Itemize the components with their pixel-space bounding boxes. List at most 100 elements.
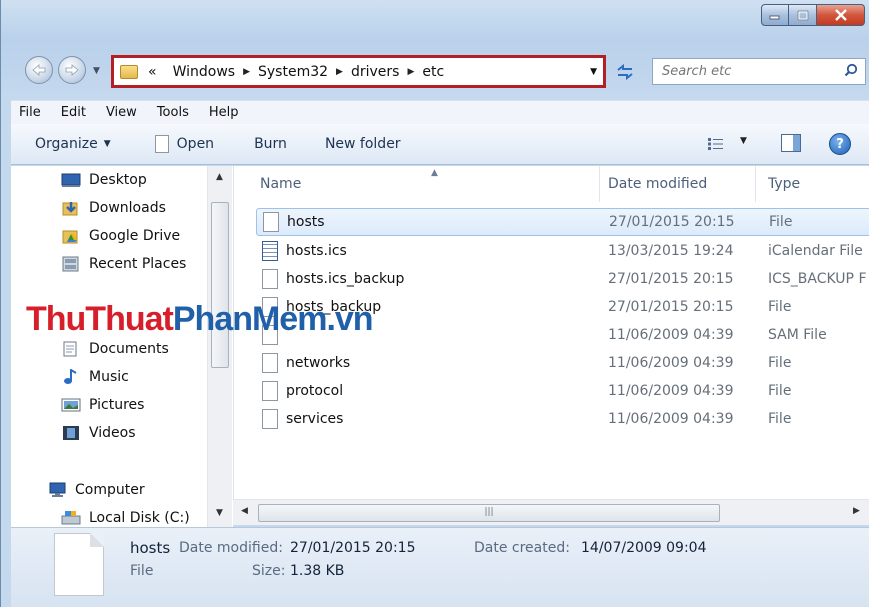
search-icon[interactable] [844, 63, 858, 77]
address-overflow[interactable]: « [148, 64, 157, 80]
file-date: 11/06/2009 04:39 [608, 383, 734, 399]
chevron-right-icon[interactable]: ▶ [336, 67, 343, 77]
nav-scroll-thumb[interactable] [211, 202, 229, 368]
file-name: protocol [286, 383, 344, 399]
scroll-right-icon[interactable]: ▶ [853, 506, 860, 516]
recent-pages-dropdown[interactable]: ▼ [93, 66, 100, 76]
hscroll-thumb[interactable]: ||| [258, 504, 720, 522]
chevron-right-icon[interactable]: ▶ [407, 67, 414, 77]
nav-pane-scrollbar[interactable]: ▲ ▼ [207, 166, 232, 527]
new-folder-button[interactable]: New folder [325, 136, 401, 152]
nav-item-computer[interactable]: Computer [47, 482, 145, 498]
file-row-hosts-ics-backup[interactable]: hosts.ics_backup 27/01/2015 20:15 ICS_BA… [256, 265, 869, 293]
file-type: File [769, 214, 793, 230]
maximize-button[interactable] [789, 4, 817, 26]
nav-label: Google Drive [89, 228, 181, 244]
document-icon [154, 135, 169, 153]
open-button[interactable]: Open [154, 135, 214, 153]
address-bar[interactable]: « Windows ▶ System32 ▶ drivers ▶ etc ▼ [111, 55, 606, 88]
google-drive-icon [62, 230, 78, 244]
details-date-created-label: Date created: [474, 540, 570, 556]
file-row-hosts-ics[interactable]: hosts.ics 13/03/2015 19:24 iCalendar Fil… [256, 237, 869, 265]
preview-pane-icon[interactable] [781, 134, 801, 152]
arrow-right-icon [65, 64, 79, 76]
details-file-name: hosts [130, 539, 171, 557]
organize-button[interactable]: Organize ▼ [35, 136, 111, 152]
chevron-right-icon[interactable]: ▶ [243, 67, 250, 77]
crumb-windows[interactable]: Windows [173, 64, 236, 80]
arrow-left-icon [32, 64, 46, 76]
details-date-modified: 27/01/2015 20:15 [290, 540, 416, 556]
nav-item-recent-places[interactable]: Recent Places [61, 256, 186, 272]
refresh-button[interactable] [612, 61, 638, 83]
maximize-icon [797, 10, 808, 20]
scroll-up-icon[interactable]: ▲ [216, 172, 223, 182]
nav-item-music[interactable]: Music [61, 369, 129, 385]
nav-label: Desktop [89, 172, 147, 188]
nav-item-local-disk[interactable]: Local Disk (C:) [61, 510, 190, 526]
close-icon [834, 9, 847, 21]
file-row-networks[interactable]: networks 11/06/2009 04:39 File [256, 349, 869, 377]
help-icon[interactable]: ? [829, 133, 851, 155]
pictures-icon [61, 398, 81, 412]
file-name: services [286, 411, 344, 427]
file-name: hosts.ics_backup [286, 271, 405, 287]
crumb-etc[interactable]: etc [422, 64, 444, 80]
file-row-protocol[interactable]: protocol 11/06/2009 04:39 File [256, 377, 869, 405]
file-date: 27/01/2015 20:15 [609, 214, 735, 230]
file-list-hscrollbar[interactable]: ◀ ||| ▶ [233, 499, 869, 525]
downloads-icon [62, 202, 78, 216]
file-row-hosts[interactable]: hosts 27/01/2015 20:15 File [256, 208, 869, 236]
file-date: 11/06/2009 04:39 [608, 355, 734, 371]
nav-item-desktop[interactable]: Desktop [61, 172, 147, 188]
file-type: File [768, 411, 792, 427]
chevron-down-icon: ▼ [103, 139, 111, 149]
file-type: File [768, 299, 792, 315]
calendar-file-icon [262, 241, 278, 261]
crumb-drivers[interactable]: drivers [351, 64, 399, 80]
crumb-system32[interactable]: System32 [258, 64, 328, 80]
burn-button[interactable]: Burn [254, 136, 287, 152]
nav-item-downloads[interactable]: Downloads [61, 200, 166, 216]
column-date-header[interactable]: Date modified [596, 166, 756, 202]
organize-label: Organize [35, 136, 98, 152]
back-button[interactable] [25, 56, 53, 84]
scroll-down-icon[interactable]: ▼ [216, 508, 223, 518]
scroll-left-icon[interactable]: ◀ [241, 506, 248, 516]
menu-edit[interactable]: Edit [61, 105, 86, 120]
file-type: File [768, 383, 792, 399]
menu-help[interactable]: Help [209, 105, 239, 120]
column-type-header[interactable]: Type [756, 166, 869, 202]
menu-file[interactable]: File [19, 105, 41, 120]
details-size: 1.38 KB [290, 563, 345, 579]
details-file-type: File [130, 563, 154, 579]
close-button[interactable] [817, 4, 865, 26]
music-icon [64, 369, 77, 384]
nav-label: Videos [89, 425, 136, 441]
forward-button[interactable] [58, 56, 86, 84]
nav-item-pictures[interactable]: Pictures [61, 397, 144, 413]
file-icon [262, 353, 278, 373]
minimize-button[interactable] [761, 4, 789, 26]
views-dropdown-icon[interactable]: ▼ [740, 136, 747, 146]
file-date: 27/01/2015 20:15 [608, 299, 734, 315]
file-icon [263, 212, 279, 232]
menu-bar: File Edit View Tools Help [11, 100, 869, 124]
desktop-icon [61, 173, 81, 187]
file-date: 27/01/2015 20:15 [608, 271, 734, 287]
menu-tools[interactable]: Tools [157, 105, 189, 120]
folder-icon [120, 64, 138, 79]
nav-item-google-drive[interactable]: Google Drive [61, 228, 180, 244]
menu-view[interactable]: View [106, 105, 137, 120]
nav-item-videos[interactable]: Videos [61, 425, 136, 441]
watermark-part-2: PhanMem [172, 300, 328, 338]
recent-places-icon [62, 256, 79, 272]
details-date-modified-label: Date modified: [179, 540, 283, 556]
file-name: hosts [287, 214, 325, 230]
column-name-header[interactable]: Name ▲ [248, 166, 600, 202]
nav-item-documents[interactable]: Documents [61, 341, 169, 357]
address-dropdown-icon[interactable]: ▼ [590, 67, 597, 77]
file-row-services[interactable]: services 11/06/2009 04:39 File [256, 405, 869, 433]
change-view-icon[interactable] [708, 138, 724, 150]
search-input[interactable] [662, 64, 842, 79]
